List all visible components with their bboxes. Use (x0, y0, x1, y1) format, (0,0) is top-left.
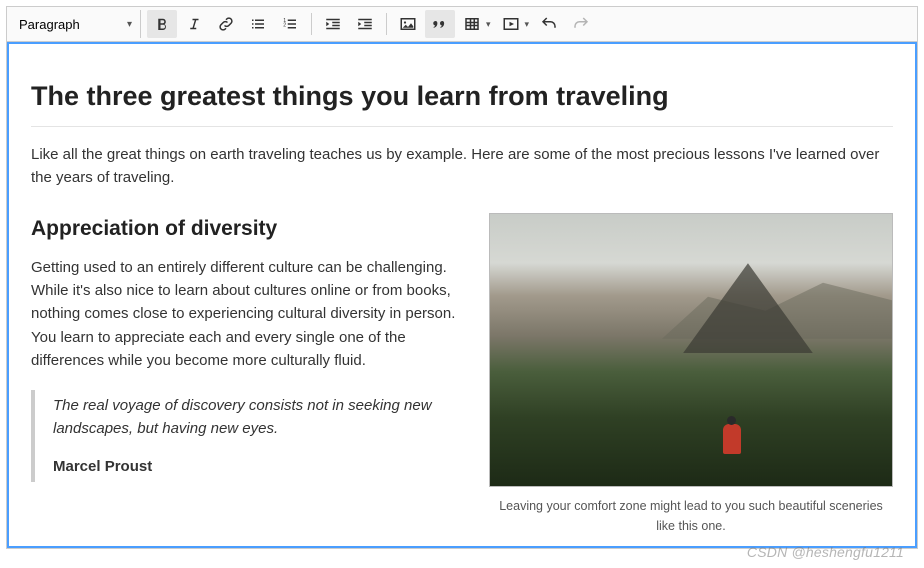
heading-label: Paragraph (19, 17, 80, 32)
editor-container: Paragraph ▾ 12 ▾ ▾ The three greatest th… (6, 6, 918, 549)
separator (386, 13, 387, 35)
link-button[interactable] (211, 10, 241, 38)
chevron-down-icon: ▾ (127, 19, 132, 30)
table-button[interactable] (457, 10, 487, 38)
left-column: Appreciation of diversity Getting used t… (31, 213, 461, 536)
quote-text[interactable]: The real voyage of discovery consists no… (53, 394, 461, 441)
italic-button[interactable] (179, 10, 209, 38)
toolbar: Paragraph ▾ 12 ▾ ▾ (7, 7, 917, 42)
two-column-layout: Appreciation of diversity Getting used t… (31, 213, 893, 536)
watermark: CSDN @heshengfu1211 (747, 544, 904, 560)
document-title[interactable]: The three greatest things you learn from… (31, 76, 893, 127)
indent-button[interactable] (350, 10, 380, 38)
intro-paragraph[interactable]: Like all the great things on earth trave… (31, 143, 893, 190)
image-button[interactable] (393, 10, 423, 38)
heading-dropdown[interactable]: Paragraph ▾ (11, 10, 141, 38)
image-caption[interactable]: Leaving your comfort zone might lead to … (489, 497, 893, 536)
table-dropdown-icon[interactable]: ▾ (486, 19, 491, 30)
section-body[interactable]: Getting used to an entirely different cu… (31, 256, 461, 372)
svg-text:2: 2 (283, 22, 286, 28)
bold-button[interactable] (147, 10, 177, 38)
undo-button[interactable] (534, 10, 564, 38)
bullet-list-button[interactable] (243, 10, 273, 38)
media-button[interactable] (496, 10, 526, 38)
numbered-list-button[interactable]: 12 (275, 10, 305, 38)
landscape-image[interactable] (489, 213, 893, 487)
right-column: Leaving your comfort zone might lead to … (489, 213, 893, 536)
redo-button[interactable] (566, 10, 596, 38)
blockquote[interactable]: The real voyage of discovery consists no… (31, 390, 461, 482)
blockquote-button[interactable] (425, 10, 455, 38)
section-heading[interactable]: Appreciation of diversity (31, 213, 461, 246)
quote-author[interactable]: Marcel Proust (53, 455, 461, 478)
media-dropdown-icon[interactable]: ▾ (525, 19, 530, 30)
figure[interactable]: Leaving your comfort zone might lead to … (489, 213, 893, 536)
separator (311, 13, 312, 35)
hiker-shape (723, 424, 741, 454)
editor-content[interactable]: The three greatest things you learn from… (7, 42, 917, 548)
outdent-button[interactable] (318, 10, 348, 38)
